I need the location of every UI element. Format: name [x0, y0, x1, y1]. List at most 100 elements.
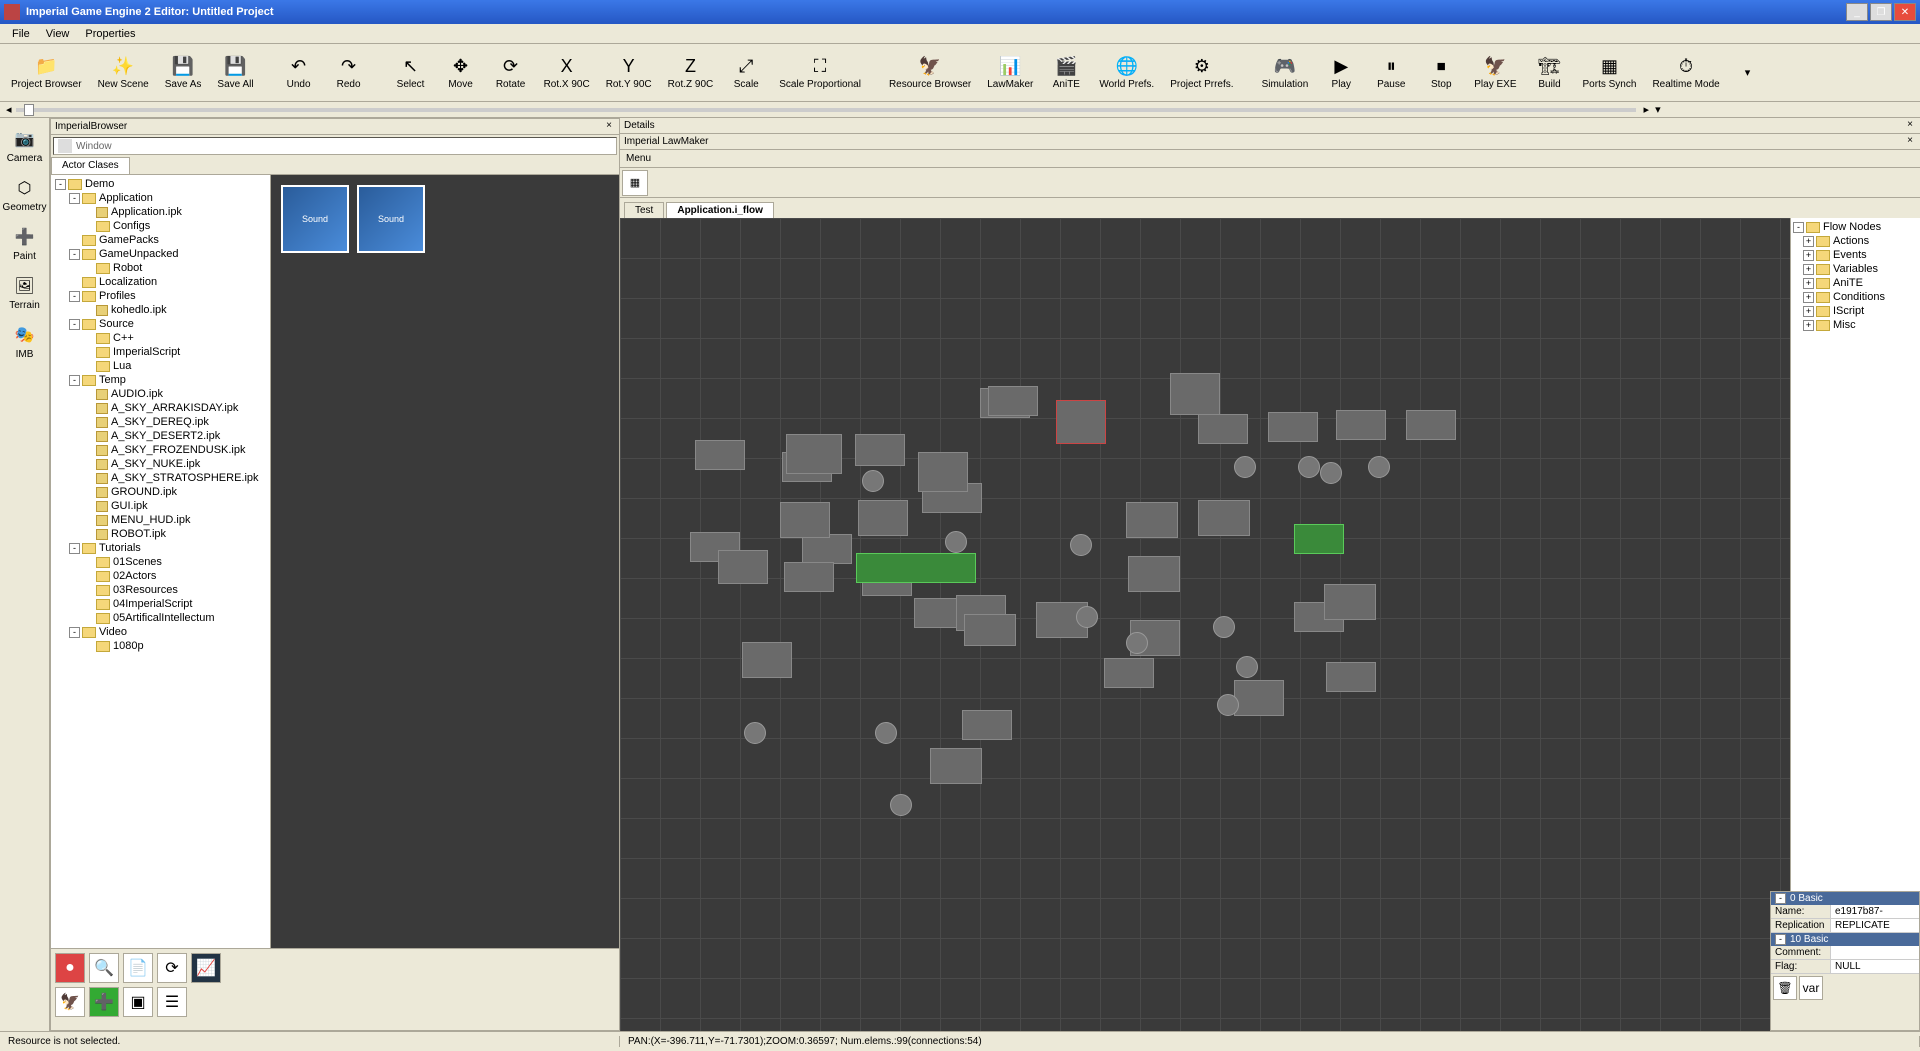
- close-button[interactable]: ✕: [1894, 3, 1916, 21]
- document-icon[interactable]: 📄: [123, 953, 153, 983]
- flow-event-node[interactable]: [862, 470, 884, 492]
- flow-node[interactable]: [930, 748, 982, 784]
- graph-canvas[interactable]: [620, 218, 1790, 1031]
- tool-play-exe[interactable]: 🦅Play EXE: [1467, 52, 1523, 93]
- tree-expander-icon[interactable]: +: [1803, 236, 1814, 247]
- tree-node[interactable]: 03Resources: [53, 583, 268, 597]
- tree-node[interactable]: 02Actors: [53, 569, 268, 583]
- project-tree[interactable]: -Demo-ApplicationApplication.ipkConfigsG…: [51, 175, 271, 948]
- add-icon[interactable]: ➕: [89, 987, 119, 1017]
- tree-node[interactable]: GROUND.ipk: [53, 485, 268, 499]
- record-icon[interactable]: ●: [55, 953, 85, 983]
- props-section-header[interactable]: -10 Basic: [1771, 933, 1919, 946]
- tree-node[interactable]: Localization: [53, 275, 268, 289]
- tool-redo[interactable]: ↷Redo: [325, 52, 373, 93]
- tree-node[interactable]: -Source: [53, 317, 268, 331]
- tree-node[interactable]: -Demo: [53, 177, 268, 191]
- flow-node[interactable]: [1104, 658, 1154, 688]
- props-section-header[interactable]: -0 Basic: [1771, 892, 1919, 905]
- tree-node[interactable]: -Temp: [53, 373, 268, 387]
- flow-node[interactable]: [1336, 410, 1386, 440]
- tool-stop[interactable]: ⏹Stop: [1417, 52, 1465, 93]
- tree-node[interactable]: A_SKY_FROZENDUSK.ipk: [53, 443, 268, 457]
- resource-thumbnail[interactable]: Sound: [357, 185, 425, 253]
- tree-expander-icon[interactable]: -: [69, 543, 80, 554]
- tree-expander-icon[interactable]: +: [1803, 278, 1814, 289]
- flow-category[interactable]: +Conditions: [1793, 290, 1918, 304]
- tree-node[interactable]: Lua: [53, 359, 268, 373]
- tree-node[interactable]: GamePacks: [53, 233, 268, 247]
- flow-category[interactable]: +Events: [1793, 248, 1918, 262]
- tree-expander-icon[interactable]: -: [69, 291, 80, 302]
- flow-event-node[interactable]: [1070, 534, 1092, 556]
- flow-category[interactable]: +IScript: [1793, 304, 1918, 318]
- tool-anite[interactable]: 🎬AniTE: [1042, 52, 1090, 93]
- rows-icon[interactable]: ☰: [157, 987, 187, 1017]
- flow-event-node[interactable]: [1298, 456, 1320, 478]
- tree-expander-icon[interactable]: -: [69, 375, 80, 386]
- tree-node[interactable]: GUI.ipk: [53, 499, 268, 513]
- tree-expander-icon[interactable]: +: [1803, 320, 1814, 331]
- flow-event-node[interactable]: [1217, 694, 1239, 716]
- flow-node[interactable]: [855, 434, 905, 466]
- tree-expander-icon[interactable]: +: [1803, 264, 1814, 275]
- flow-event-node[interactable]: [1076, 606, 1098, 628]
- flow-node[interactable]: [1294, 524, 1344, 554]
- flow-category[interactable]: +Variables: [1793, 262, 1918, 276]
- tool-play[interactable]: ▶Play: [1317, 52, 1365, 93]
- tree-expander-icon[interactable]: -: [69, 249, 80, 260]
- flow-node[interactable]: [962, 710, 1012, 740]
- left-tool-paint[interactable]: ➕Paint: [5, 220, 45, 267]
- slider-dropdown[interactable]: ▾: [1655, 103, 1661, 116]
- flow-node[interactable]: [695, 440, 745, 470]
- tool-rot-x-90c[interactable]: XRot.X 90C: [537, 52, 597, 93]
- tool-resource-browser[interactable]: 🦅Resource Browser: [882, 52, 978, 93]
- left-tool-geometry[interactable]: ⬡Geometry: [5, 171, 45, 218]
- tree-node[interactable]: A_SKY_ARRAKISDAY.ipk: [53, 401, 268, 415]
- left-tool-imb[interactable]: 🎭IMB: [5, 318, 45, 365]
- tool-world-prefs-[interactable]: 🌐World Prefs.: [1092, 52, 1161, 93]
- tree-node[interactable]: -Tutorials: [53, 541, 268, 555]
- tree-node[interactable]: A_SKY_NUKE.ipk: [53, 457, 268, 471]
- tree-node[interactable]: kohedlo.ipk: [53, 303, 268, 317]
- frame-icon[interactable]: ▣: [123, 987, 153, 1017]
- flow-node[interactable]: [1198, 500, 1250, 536]
- flow-event-node[interactable]: [1234, 456, 1256, 478]
- tree-node[interactable]: 04ImperialScript: [53, 597, 268, 611]
- variable-icon[interactable]: var: [1799, 976, 1823, 1000]
- flow-node[interactable]: [1268, 412, 1318, 442]
- tree-node[interactable]: -GameUnpacked: [53, 247, 268, 261]
- tree-node[interactable]: -Profiles: [53, 289, 268, 303]
- menu-file[interactable]: File: [4, 26, 38, 42]
- tool-scale-proportional[interactable]: ⛶Scale Proportional: [772, 52, 868, 93]
- tree-expander-icon[interactable]: +: [1803, 292, 1814, 303]
- tree-node[interactable]: ImperialScript: [53, 345, 268, 359]
- slider-arrow-left[interactable]: ◂: [6, 103, 12, 116]
- tool-select[interactable]: ↖Select: [387, 52, 435, 93]
- lawmaker-tool-icon[interactable]: ▦: [622, 170, 648, 196]
- flow-category[interactable]: -Flow Nodes: [1793, 220, 1918, 234]
- menu-view[interactable]: View: [38, 26, 78, 42]
- refresh-icon[interactable]: ⟳: [157, 953, 187, 983]
- property-value[interactable]: [1831, 946, 1919, 959]
- section-expander-icon[interactable]: -: [1775, 934, 1786, 945]
- flow-node[interactable]: [718, 550, 768, 584]
- flow-category[interactable]: +Actions: [1793, 234, 1918, 248]
- tree-node[interactable]: 05ArtificalIntellectum: [53, 611, 268, 625]
- tree-node[interactable]: Configs: [53, 219, 268, 233]
- delete-icon[interactable]: 🗑: [1773, 976, 1797, 1000]
- flow-event-node[interactable]: [875, 722, 897, 744]
- tree-expander-icon[interactable]: -: [55, 179, 66, 190]
- search-icon[interactable]: 🔍: [89, 953, 119, 983]
- flow-category[interactable]: +Misc: [1793, 318, 1918, 332]
- property-value[interactable]: e1917b87-: [1831, 905, 1919, 918]
- tool-save-all[interactable]: 💾Save All: [210, 52, 260, 93]
- tool-simulation[interactable]: 🎮Simulation: [1255, 52, 1316, 93]
- maximize-button[interactable]: ❐: [1870, 3, 1892, 21]
- tree-node[interactable]: 01Scenes: [53, 555, 268, 569]
- flow-event-node[interactable]: [744, 722, 766, 744]
- flow-node[interactable]: [1198, 414, 1248, 444]
- lawmaker-tab[interactable]: Test: [624, 202, 664, 218]
- tool-move[interactable]: ✥Move: [437, 52, 485, 93]
- left-tool-camera[interactable]: 📷Camera: [5, 122, 45, 169]
